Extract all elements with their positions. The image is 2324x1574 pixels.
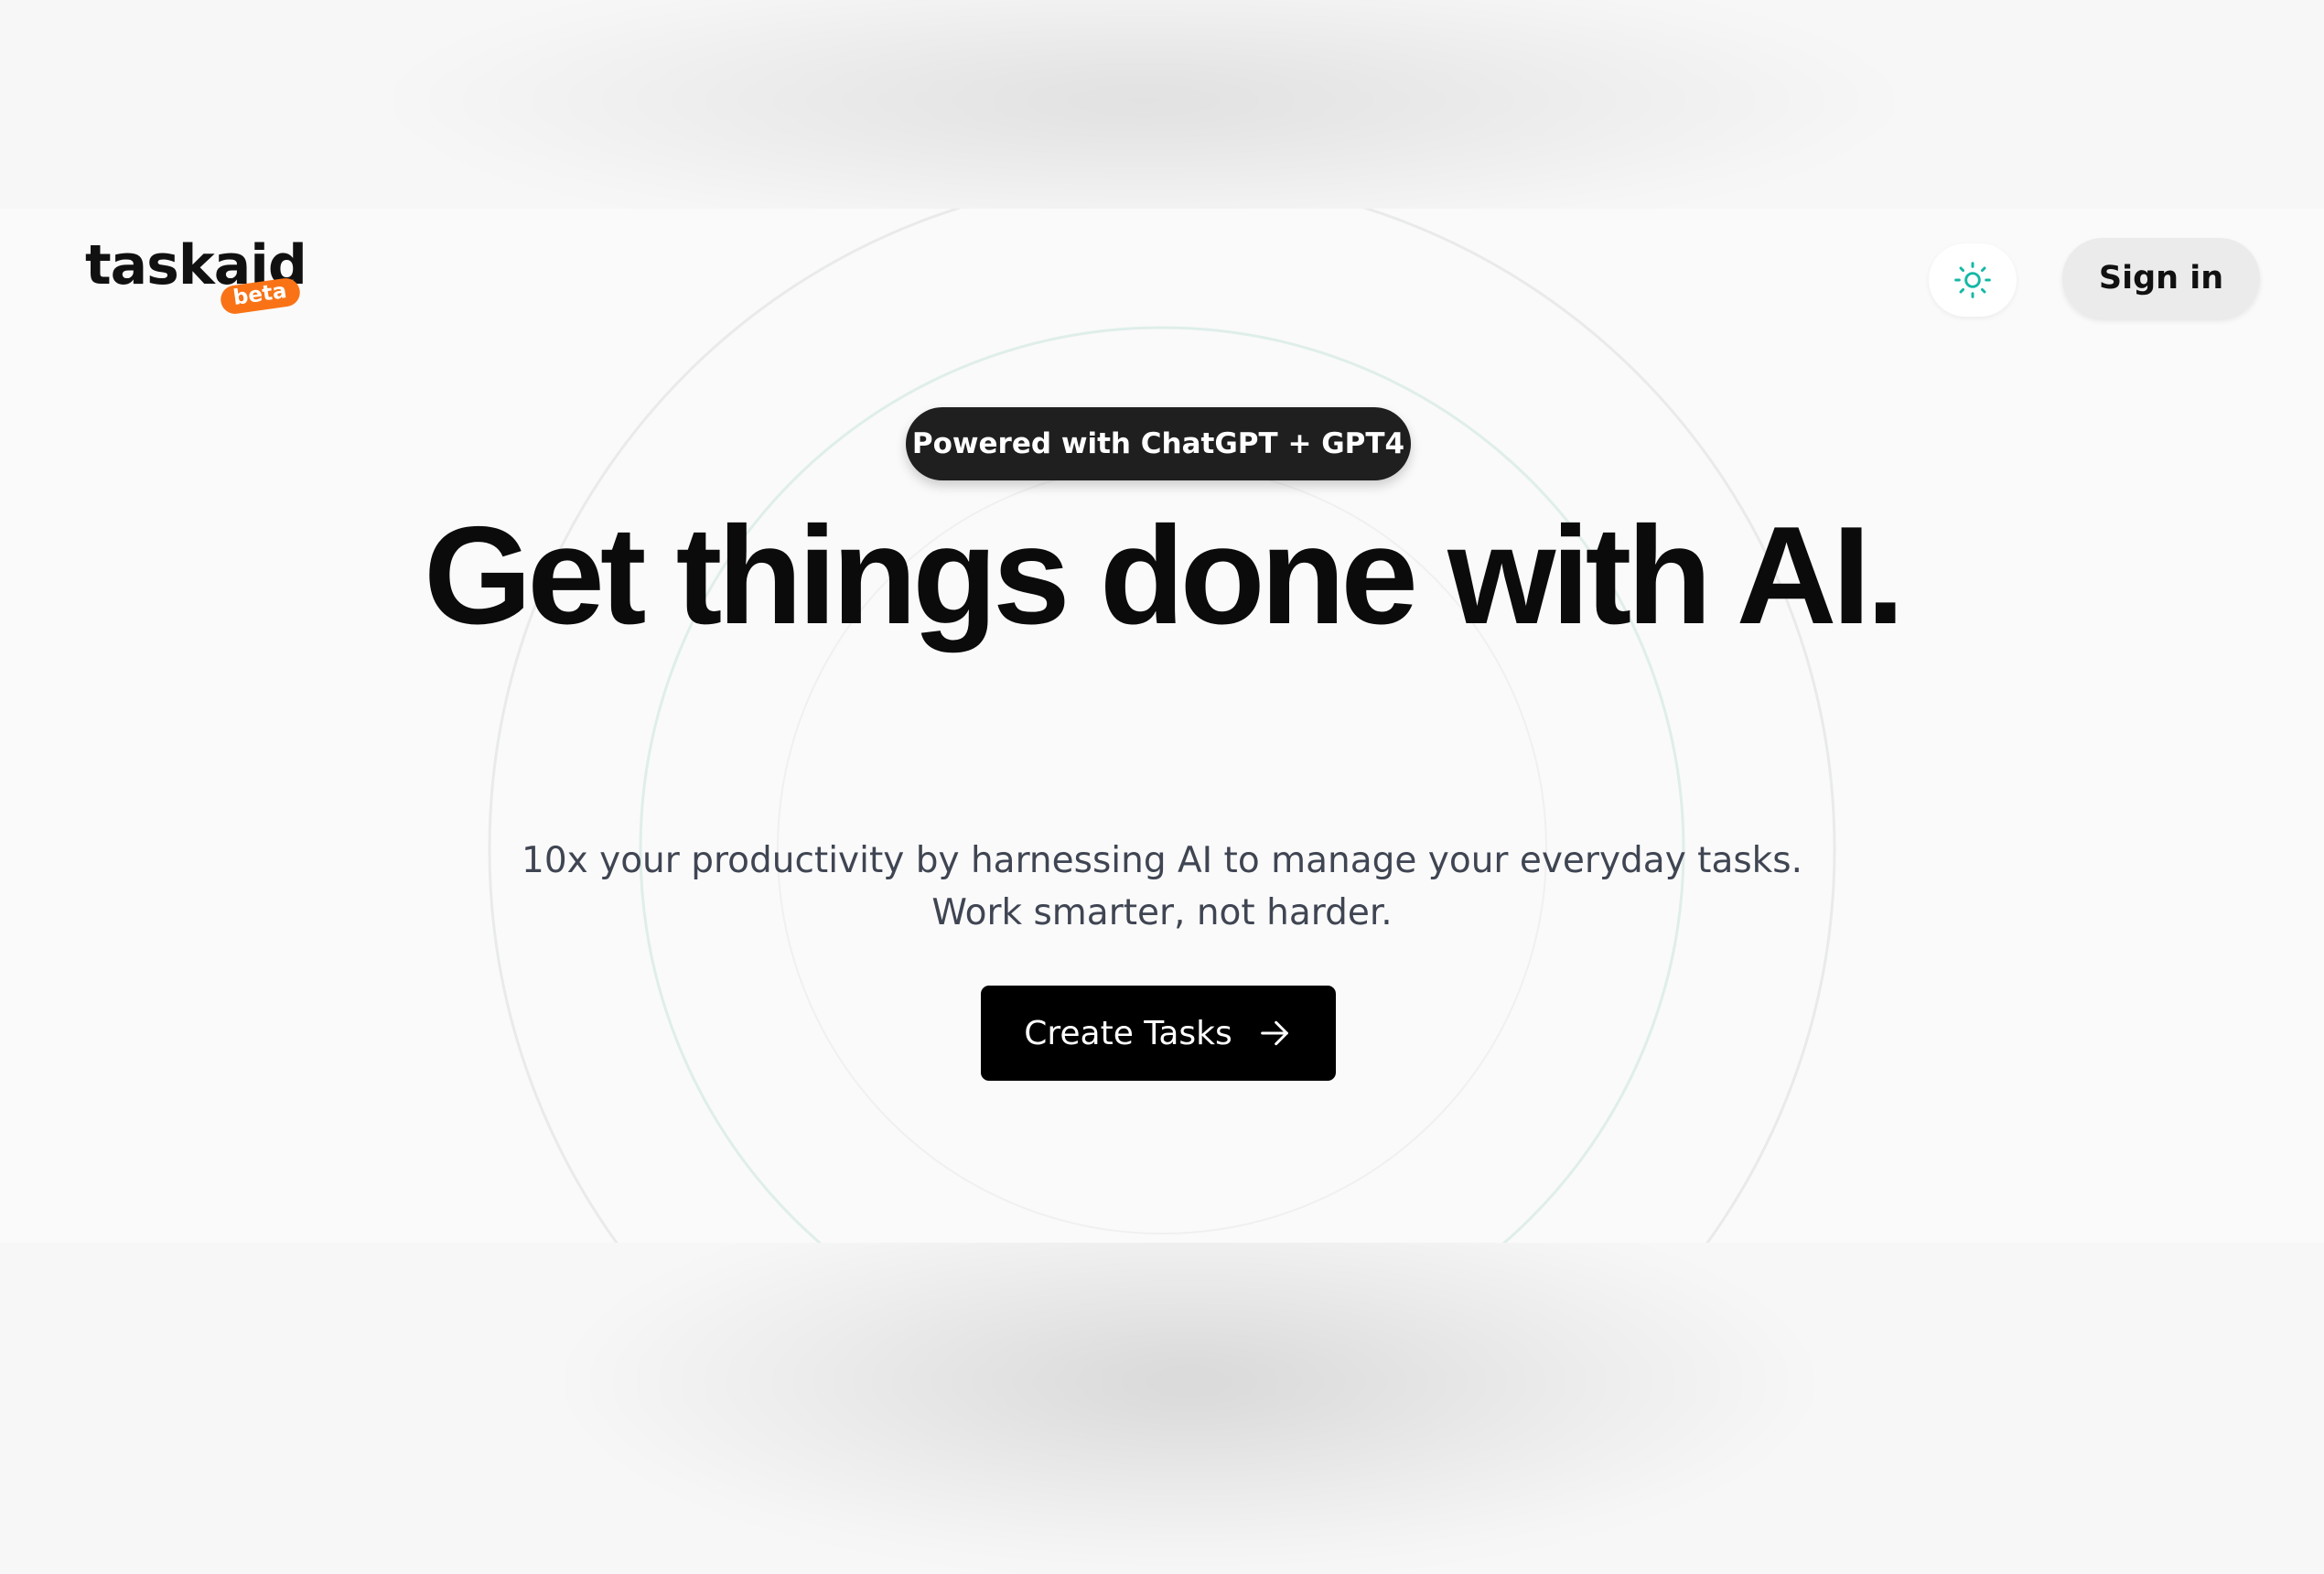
- hero-headline: Get things done with AI.: [424, 498, 1905, 653]
- decorative-rings: [488, 209, 1836, 1243]
- create-tasks-button[interactable]: Create Tasks: [981, 986, 1336, 1081]
- background-glow-bottom: [549, 1190, 1830, 1574]
- logo[interactable]: taskaid beta: [85, 238, 307, 316]
- arrow-right-icon: [1260, 1020, 1288, 1046]
- powered-by-badge: Powered with ChatGPT + GPT4: [906, 407, 1411, 480]
- hero-subtitle: 10x your productivity by harnessing AI t…: [522, 840, 1802, 933]
- sun-icon: [1954, 262, 1991, 298]
- background-glow-top: [366, 0, 1921, 238]
- sign-in-button[interactable]: Sign in: [2062, 238, 2260, 318]
- theme-toggle-button[interactable]: [1929, 243, 2017, 317]
- landing-panel: taskaid beta Sign in Powered with ChatGP…: [0, 209, 2324, 1243]
- create-tasks-label: Create Tasks: [1024, 1014, 1232, 1052]
